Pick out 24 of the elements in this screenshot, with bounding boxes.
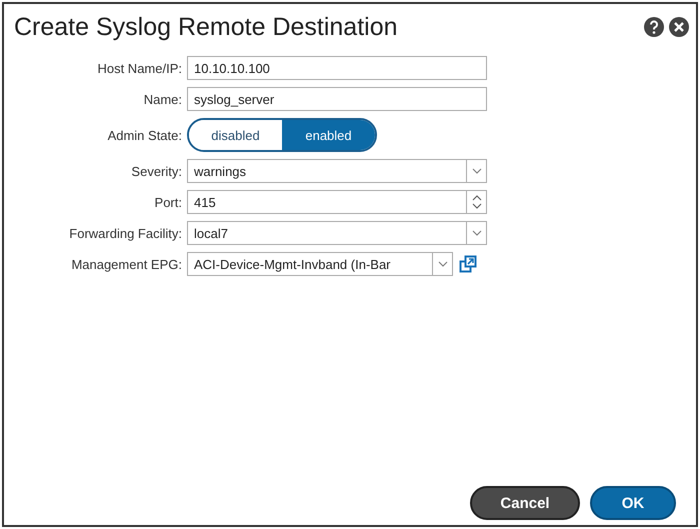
help-icon[interactable] — [643, 16, 665, 38]
field-label: Host Name/IP: — [96, 60, 182, 76]
field-label: Management EPG: — [70, 256, 182, 272]
select-field[interactable]: warnings — [187, 159, 487, 183]
field-label: Forwarding Facility: — [68, 226, 182, 240]
field-label: Name: — [142, 92, 182, 106]
dialog-title: Create Syslog Remote Destination — [14, 12, 398, 42]
toggle-option[interactable]: enabled — [282, 120, 375, 150]
chevron-down-icon[interactable] — [472, 168, 482, 174]
close-icon[interactable] — [668, 16, 690, 38]
text-field[interactable]: syslog_server — [187, 87, 487, 111]
chevron-down-icon[interactable] — [438, 261, 448, 267]
spinner-arrows-icon[interactable] — [472, 194, 482, 210]
open-link-icon[interactable] — [459, 255, 477, 273]
field-label: Port: — [154, 194, 182, 210]
number-field[interactable]: 415 — [187, 190, 487, 214]
text-field[interactable]: 10.10.10.100 — [187, 56, 487, 80]
select-field[interactable]: local7 — [187, 221, 487, 245]
field-label: Severity: — [130, 164, 182, 178]
cancel-button[interactable]: Cancel — [470, 486, 580, 520]
field-label: Admin State: — [106, 128, 182, 142]
chevron-down-icon[interactable] — [472, 230, 482, 236]
select-field[interactable]: ACI-Device-Mgmt-Invband (In-Bar — [187, 252, 453, 276]
ok-button[interactable]: OK — [590, 486, 676, 520]
